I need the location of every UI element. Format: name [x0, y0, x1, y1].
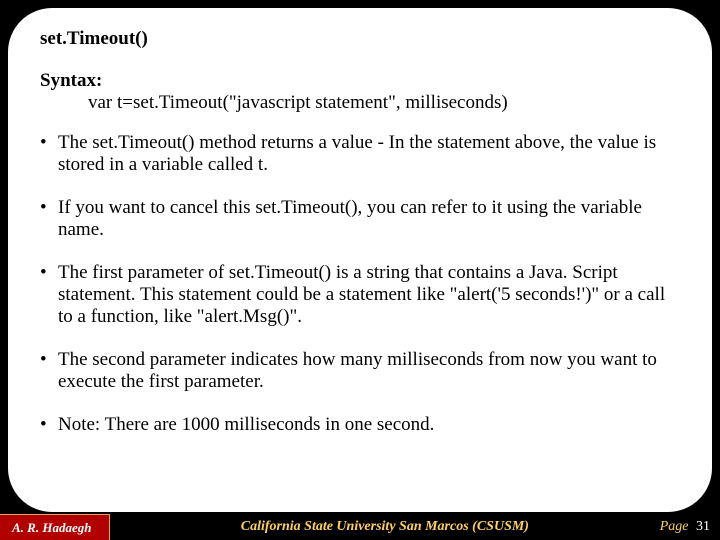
page-number: 31 — [692, 519, 710, 534]
page-label: Page — [660, 519, 689, 534]
list-item: The second parameter indicates how many … — [40, 349, 680, 394]
list-item: The set.Timeout() method returns a value… — [40, 132, 680, 177]
list-item: If you want to cancel this set.Timeout()… — [40, 197, 680, 242]
syntax-code: var t=set.Timeout("javascript statement"… — [40, 92, 680, 114]
slide-card: set.Timeout() Syntax: var t=set.Timeout(… — [8, 8, 712, 512]
footer-institution: California State University San Marcos (… — [110, 519, 660, 535]
list-item: The first parameter of set.Timeout() is … — [40, 262, 680, 329]
footer-page: Page 31 — [660, 519, 720, 535]
slide-footer: A. R. Hadaegh California State Universit… — [0, 514, 720, 540]
bullet-list: The set.Timeout() method returns a value… — [40, 132, 680, 436]
list-item: Note: There are 1000 milliseconds in one… — [40, 414, 680, 436]
syntax-label: Syntax: — [40, 70, 680, 92]
footer-author: A. R. Hadaegh — [0, 514, 110, 540]
slide-title: set.Timeout() — [40, 28, 680, 50]
syntax-block: Syntax: var t=set.Timeout("javascript st… — [40, 70, 680, 114]
